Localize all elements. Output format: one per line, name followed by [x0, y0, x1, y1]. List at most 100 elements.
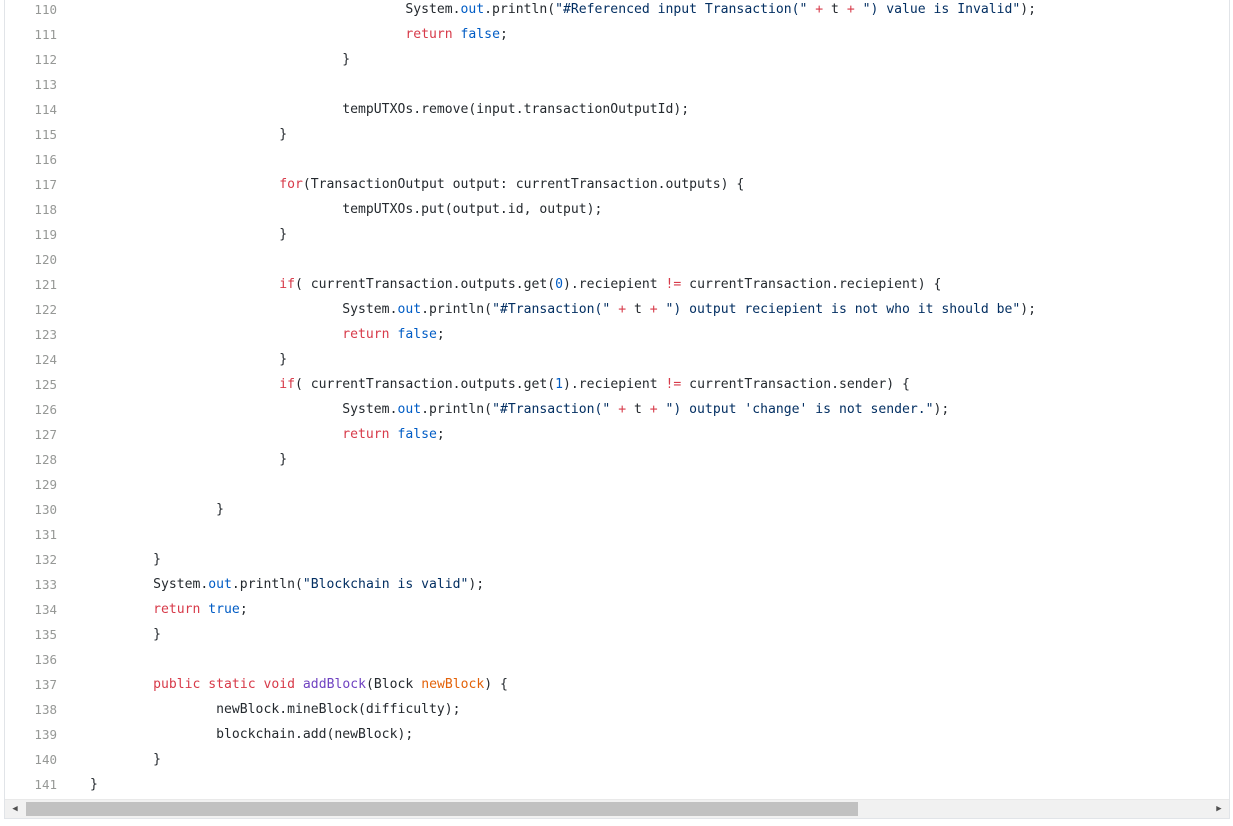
code-token: } [342, 52, 351, 67]
line-code: tempUTXOs.remove(input.transactionOutput… [90, 97, 689, 122]
code-token: return [405, 27, 453, 42]
line-code: } [90, 497, 224, 522]
line-number: 120 [34, 252, 57, 267]
code-token: true [208, 602, 240, 617]
line-code: public static void addBlock(Block newBlo… [90, 672, 508, 697]
code-token: System. [405, 2, 461, 17]
line-code: for(TransactionOutput output: currentTra… [90, 172, 744, 197]
code-token: ).reciepient [563, 377, 666, 392]
line-code: } [90, 122, 287, 147]
code-token: ) { [484, 677, 508, 692]
code-token: .println( [484, 2, 556, 17]
code-token: != [665, 277, 682, 292]
code-token: tempUTXOs.put(output.id, output); [342, 202, 603, 217]
code-token: } [279, 352, 288, 367]
line-number: 127 [34, 427, 57, 442]
code-token: return [342, 327, 390, 342]
code-token: ; [239, 602, 248, 617]
line-number: 115 [34, 127, 57, 142]
code-token: false [397, 327, 437, 342]
line-code: } [90, 772, 98, 797]
code-token: addBlock [302, 677, 366, 692]
line-number: 137 [34, 677, 57, 692]
code-token: } [279, 452, 288, 467]
code-token: (TransactionOutput output: currentTransa… [302, 177, 745, 192]
line-number: 133 [34, 577, 57, 592]
code-token: for [279, 177, 303, 192]
line-number: 124 [34, 352, 57, 367]
line-number: 130 [34, 502, 57, 517]
code-token: t [831, 2, 839, 17]
code-token: } [279, 127, 288, 142]
code-token: return [153, 602, 201, 617]
code-area: 110 System.out.println("#Referenced inpu… [5, 0, 1229, 797]
code-token: ); [1020, 302, 1037, 317]
line-code: } [90, 747, 161, 772]
code-token: } [90, 777, 98, 792]
line-number: 121 [34, 277, 57, 292]
code-token: newBlock [421, 677, 485, 692]
code-token: false [460, 27, 500, 42]
code-token: return [342, 427, 390, 442]
code-token: void [263, 677, 296, 692]
code-viewer: 110 System.out.println("#Referenced inpu… [4, 0, 1230, 819]
line-code: System.out.println("#Transaction(" + t +… [90, 397, 949, 422]
line-number: 139 [34, 727, 57, 742]
code-token: "#Transaction(" [492, 402, 611, 417]
scroll-left-icon[interactable]: ◀ [7, 800, 23, 818]
scroll-right-icon[interactable]: ▶ [1211, 800, 1227, 818]
code-token: out [208, 577, 232, 592]
code-token: ") output 'change' is not sender." [665, 402, 934, 417]
code-token: .println( [421, 302, 493, 317]
code-token: "Blockchain is valid" [302, 577, 469, 592]
code-token: public [153, 677, 201, 692]
horizontal-scrollbar[interactable]: ◀ ▶ [5, 799, 1229, 818]
line-code: if( currentTransaction.outputs.get(1).re… [90, 372, 910, 397]
line-code: } [90, 347, 287, 372]
line-code: System.out.println("Blockchain is valid"… [90, 572, 484, 597]
line-number: 117 [34, 177, 57, 192]
line-code: tempUTXOs.put(output.id, output); [90, 197, 602, 222]
code-token: + [838, 2, 863, 17]
code-token: + [641, 302, 666, 317]
code-token: ") value is Invalid" [862, 2, 1021, 17]
code-token: if [279, 377, 295, 392]
line-number: 125 [34, 377, 57, 392]
line-number: 136 [34, 652, 57, 667]
code-token: ; [436, 427, 445, 442]
line-number: 118 [34, 202, 57, 217]
code-token: ") output reciepient is not who it shoul… [665, 302, 1021, 317]
line-code: } [90, 547, 161, 572]
code-token: + [610, 402, 634, 417]
code-token: ); [1020, 2, 1037, 17]
code-token: t [633, 402, 642, 417]
line-code: blockchain.add(newBlock); [90, 722, 413, 747]
line-code: newBlock.mineBlock(difficulty); [90, 697, 460, 722]
line-number: 119 [34, 227, 57, 242]
line-number: 134 [34, 602, 57, 617]
code-token: ( currentTransaction.outputs.get( [294, 377, 556, 392]
code-token: } [153, 627, 161, 642]
code-token: ); [933, 402, 950, 417]
code-token: t [633, 302, 642, 317]
scrollbar-thumb[interactable] [26, 802, 858, 816]
line-number: 141 [34, 777, 57, 792]
line-code: } [90, 47, 350, 72]
line-code: } [90, 222, 287, 247]
code-token: } [216, 502, 225, 517]
line-number: 129 [34, 477, 57, 492]
code-token: 0 [555, 277, 564, 292]
line-number: 131 [34, 527, 57, 542]
